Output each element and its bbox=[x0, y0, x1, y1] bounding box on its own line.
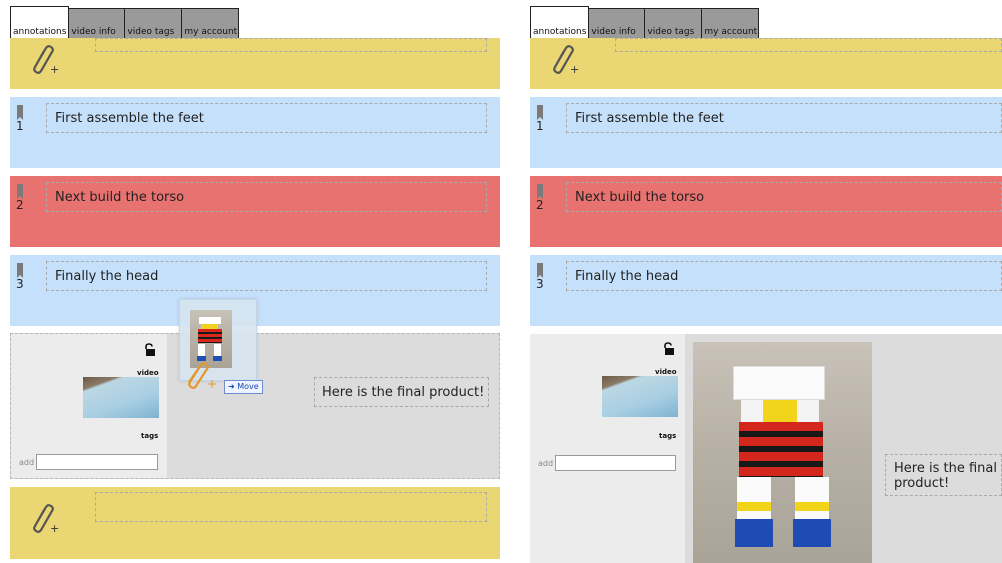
bookmark-icon bbox=[537, 263, 543, 278]
annotation-text: Next build the torso bbox=[575, 190, 705, 205]
annotation-row-3[interactable]: 3 Finally the head bbox=[530, 255, 1002, 326]
bookmark-icon bbox=[17, 184, 23, 199]
video-label: video bbox=[137, 369, 159, 377]
video-thumbnail[interactable] bbox=[602, 376, 678, 417]
annotation-dropzone[interactable] bbox=[95, 492, 487, 522]
final-text: Here is the final product! bbox=[322, 385, 485, 400]
video-thumbnail[interactable] bbox=[83, 377, 159, 418]
tab-annotations[interactable]: annotations bbox=[530, 6, 590, 38]
bookmark-icon bbox=[17, 263, 23, 278]
unlock-icon[interactable] bbox=[662, 342, 676, 356]
clip-section: video tags add Here is the final product… bbox=[530, 334, 1002, 563]
annotation-number: 1 bbox=[536, 119, 544, 133]
tab-bar: annotations video info video tags my acc… bbox=[530, 6, 760, 38]
tags-label: tags bbox=[141, 432, 159, 440]
tab-my-account[interactable]: my account bbox=[181, 8, 240, 38]
annotation-number: 1 bbox=[16, 119, 24, 133]
lego-photo[interactable] bbox=[693, 342, 872, 563]
annotation-text-box[interactable]: Finally the head bbox=[46, 261, 487, 291]
final-text-box[interactable]: Here is the final product! bbox=[314, 377, 489, 407]
tab-video-info[interactable]: video info bbox=[68, 8, 126, 38]
annotation-row-2[interactable]: 2 Next build the torso bbox=[530, 176, 1002, 247]
add-tag-label: add bbox=[19, 458, 35, 467]
move-label: Move bbox=[237, 382, 259, 391]
annotation-text-box[interactable]: Finally the head bbox=[566, 261, 1002, 291]
arrow-right-icon: ➜ bbox=[228, 382, 235, 391]
add-annotation-top[interactable]: + bbox=[530, 38, 1002, 89]
annotation-row-2[interactable]: 2 Next build the torso bbox=[10, 176, 500, 247]
clip-sidebar: video tags add bbox=[530, 334, 685, 563]
tab-my-account[interactable]: my account bbox=[701, 8, 760, 38]
add-annotation-bottom[interactable]: + bbox=[10, 487, 500, 559]
annotation-text: Finally the head bbox=[575, 269, 679, 284]
bookmark-icon bbox=[537, 105, 543, 120]
annotation-number: 3 bbox=[536, 277, 544, 291]
annotation-text: First assemble the feet bbox=[55, 111, 204, 126]
annotation-dropzone[interactable] bbox=[615, 38, 1002, 52]
add-tag-label: add bbox=[538, 459, 554, 468]
annotation-text: First assemble the feet bbox=[575, 111, 724, 126]
svg-text:+: + bbox=[50, 63, 59, 76]
paperclip-add-icon[interactable]: + bbox=[26, 42, 60, 76]
tab-video-tags[interactable]: video tags bbox=[124, 8, 183, 38]
svg-text:+: + bbox=[50, 522, 59, 535]
unlock-icon[interactable] bbox=[143, 343, 157, 357]
tags-label: tags bbox=[659, 432, 677, 440]
left-panel: annotations video info video tags my acc… bbox=[10, 0, 500, 563]
bookmark-icon bbox=[537, 184, 543, 199]
add-tag-input[interactable] bbox=[555, 455, 676, 471]
paperclip-add-icon[interactable]: + bbox=[26, 501, 60, 535]
bookmark-icon bbox=[17, 105, 23, 120]
annotation-row-1[interactable]: 1 First assemble the feet bbox=[530, 97, 1002, 168]
final-text: Here is the final product! bbox=[894, 461, 997, 491]
move-button[interactable]: ➜ Move bbox=[224, 380, 263, 394]
svg-text:+: + bbox=[570, 63, 579, 76]
svg-text:+: + bbox=[207, 377, 217, 390]
clip-sidebar: video tags add bbox=[11, 334, 167, 478]
annotation-text-box[interactable]: Next build the torso bbox=[566, 182, 1002, 212]
tab-video-tags[interactable]: video tags bbox=[644, 8, 703, 38]
paperclip-add-icon[interactable]: + bbox=[546, 42, 580, 76]
annotation-row-1[interactable]: 1 First assemble the feet bbox=[10, 97, 500, 168]
annotation-number: 3 bbox=[16, 277, 24, 291]
paperclip-add-icon: + bbox=[188, 362, 217, 390]
video-label: video bbox=[655, 368, 677, 376]
annotation-text: Finally the head bbox=[55, 269, 159, 284]
annotation-number: 2 bbox=[536, 198, 544, 212]
add-annotation-top[interactable]: + bbox=[10, 38, 500, 89]
annotation-text-box[interactable]: First assemble the feet bbox=[566, 103, 1002, 133]
annotation-number: 2 bbox=[16, 198, 24, 212]
annotation-dropzone[interactable] bbox=[95, 38, 487, 52]
annotation-text-box[interactable]: First assemble the feet bbox=[46, 103, 487, 133]
final-text-box[interactable]: Here is the final product! bbox=[885, 454, 1002, 496]
annotation-text-box[interactable]: Next build the torso bbox=[46, 182, 487, 212]
annotation-text: Next build the torso bbox=[55, 190, 185, 205]
add-tag-input[interactable] bbox=[36, 454, 158, 470]
tab-video-info[interactable]: video info bbox=[588, 8, 646, 38]
right-panel: annotations video info video tags my acc… bbox=[530, 0, 1002, 563]
tab-annotations[interactable]: annotations bbox=[10, 6, 70, 38]
tab-bar: annotations video info video tags my acc… bbox=[10, 6, 240, 38]
